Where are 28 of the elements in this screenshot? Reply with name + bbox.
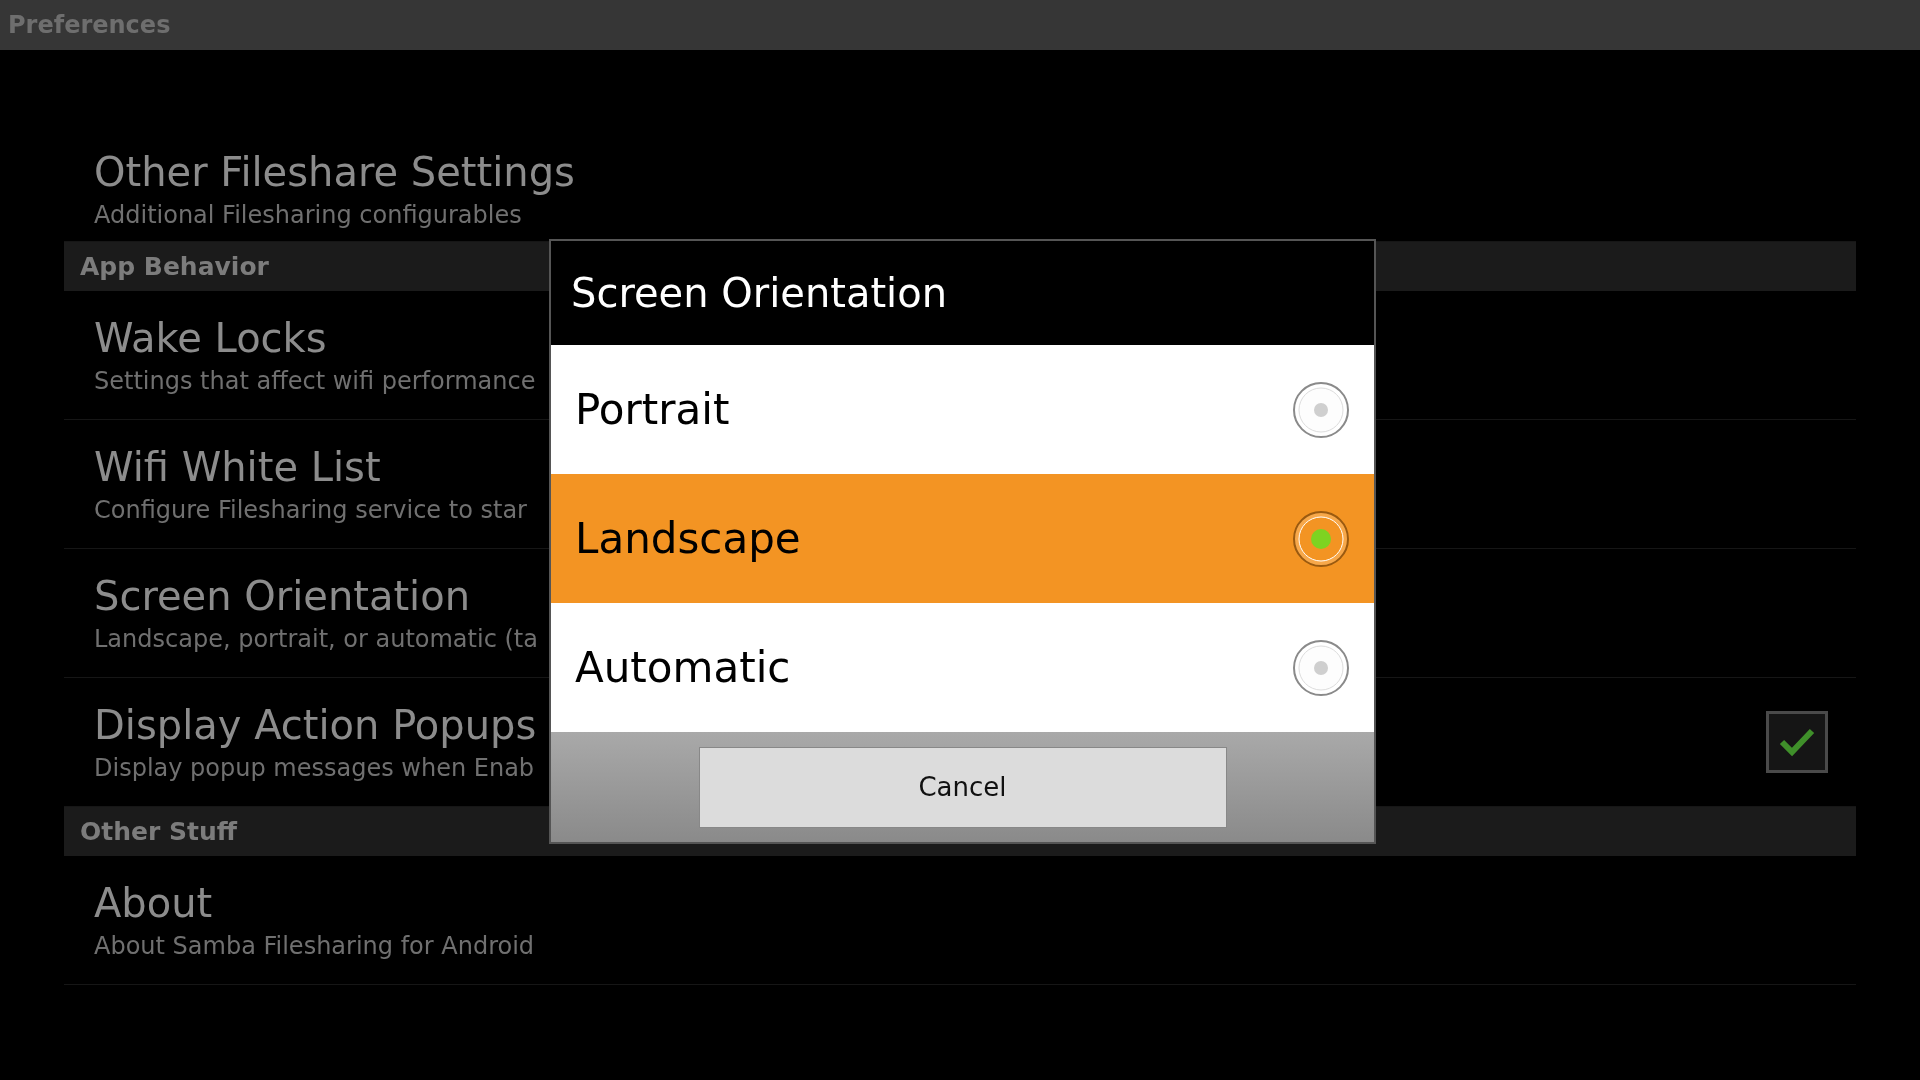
option-label: Landscape [575, 514, 801, 563]
radio-button[interactable] [1292, 509, 1350, 568]
preference-title[interactable]: Display Action Popups [94, 702, 537, 748]
preference-title[interactable]: Other Fileshare Settings [94, 148, 575, 195]
checkmark-icon [1779, 727, 1815, 757]
radio-button[interactable] [1292, 380, 1350, 439]
radio-button[interactable] [1292, 638, 1350, 697]
preference-title[interactable]: Wifi White List [94, 444, 381, 490]
dialog-title: Screen Orientation [570, 269, 949, 318]
option-row[interactable]: Portrait [551, 345, 1374, 474]
checkbox[interactable] [1766, 711, 1828, 773]
option-label: Portrait [575, 385, 730, 434]
preference-title[interactable]: Screen Orientation [94, 573, 471, 619]
category-title: Other Stuff [80, 817, 237, 846]
preference-summary: Landscape, portrait, or automatic (ta [94, 625, 538, 653]
preference-summary: Settings that affect wifi performance [94, 367, 536, 395]
app-bar-title: Preferences [8, 11, 171, 39]
option-label: Automatic [575, 643, 791, 692]
preference-title[interactable]: About [94, 880, 213, 926]
preference-title[interactable]: Wake Locks [94, 315, 327, 361]
option-row[interactable]: Landscape [551, 474, 1374, 603]
category-title: App Behavior [80, 252, 269, 281]
preference-summary: Configure Filesharing service to star [94, 496, 527, 524]
preference-summary: Additional Filesharing configurables [94, 200, 522, 229]
option-row[interactable]: Automatic [551, 603, 1374, 732]
cancel-button[interactable]: Cancel [698, 746, 1227, 828]
preference-summary: Display popup messages when Enab [94, 754, 535, 782]
preference-summary: About Samba Filesharing for Android [94, 932, 535, 960]
